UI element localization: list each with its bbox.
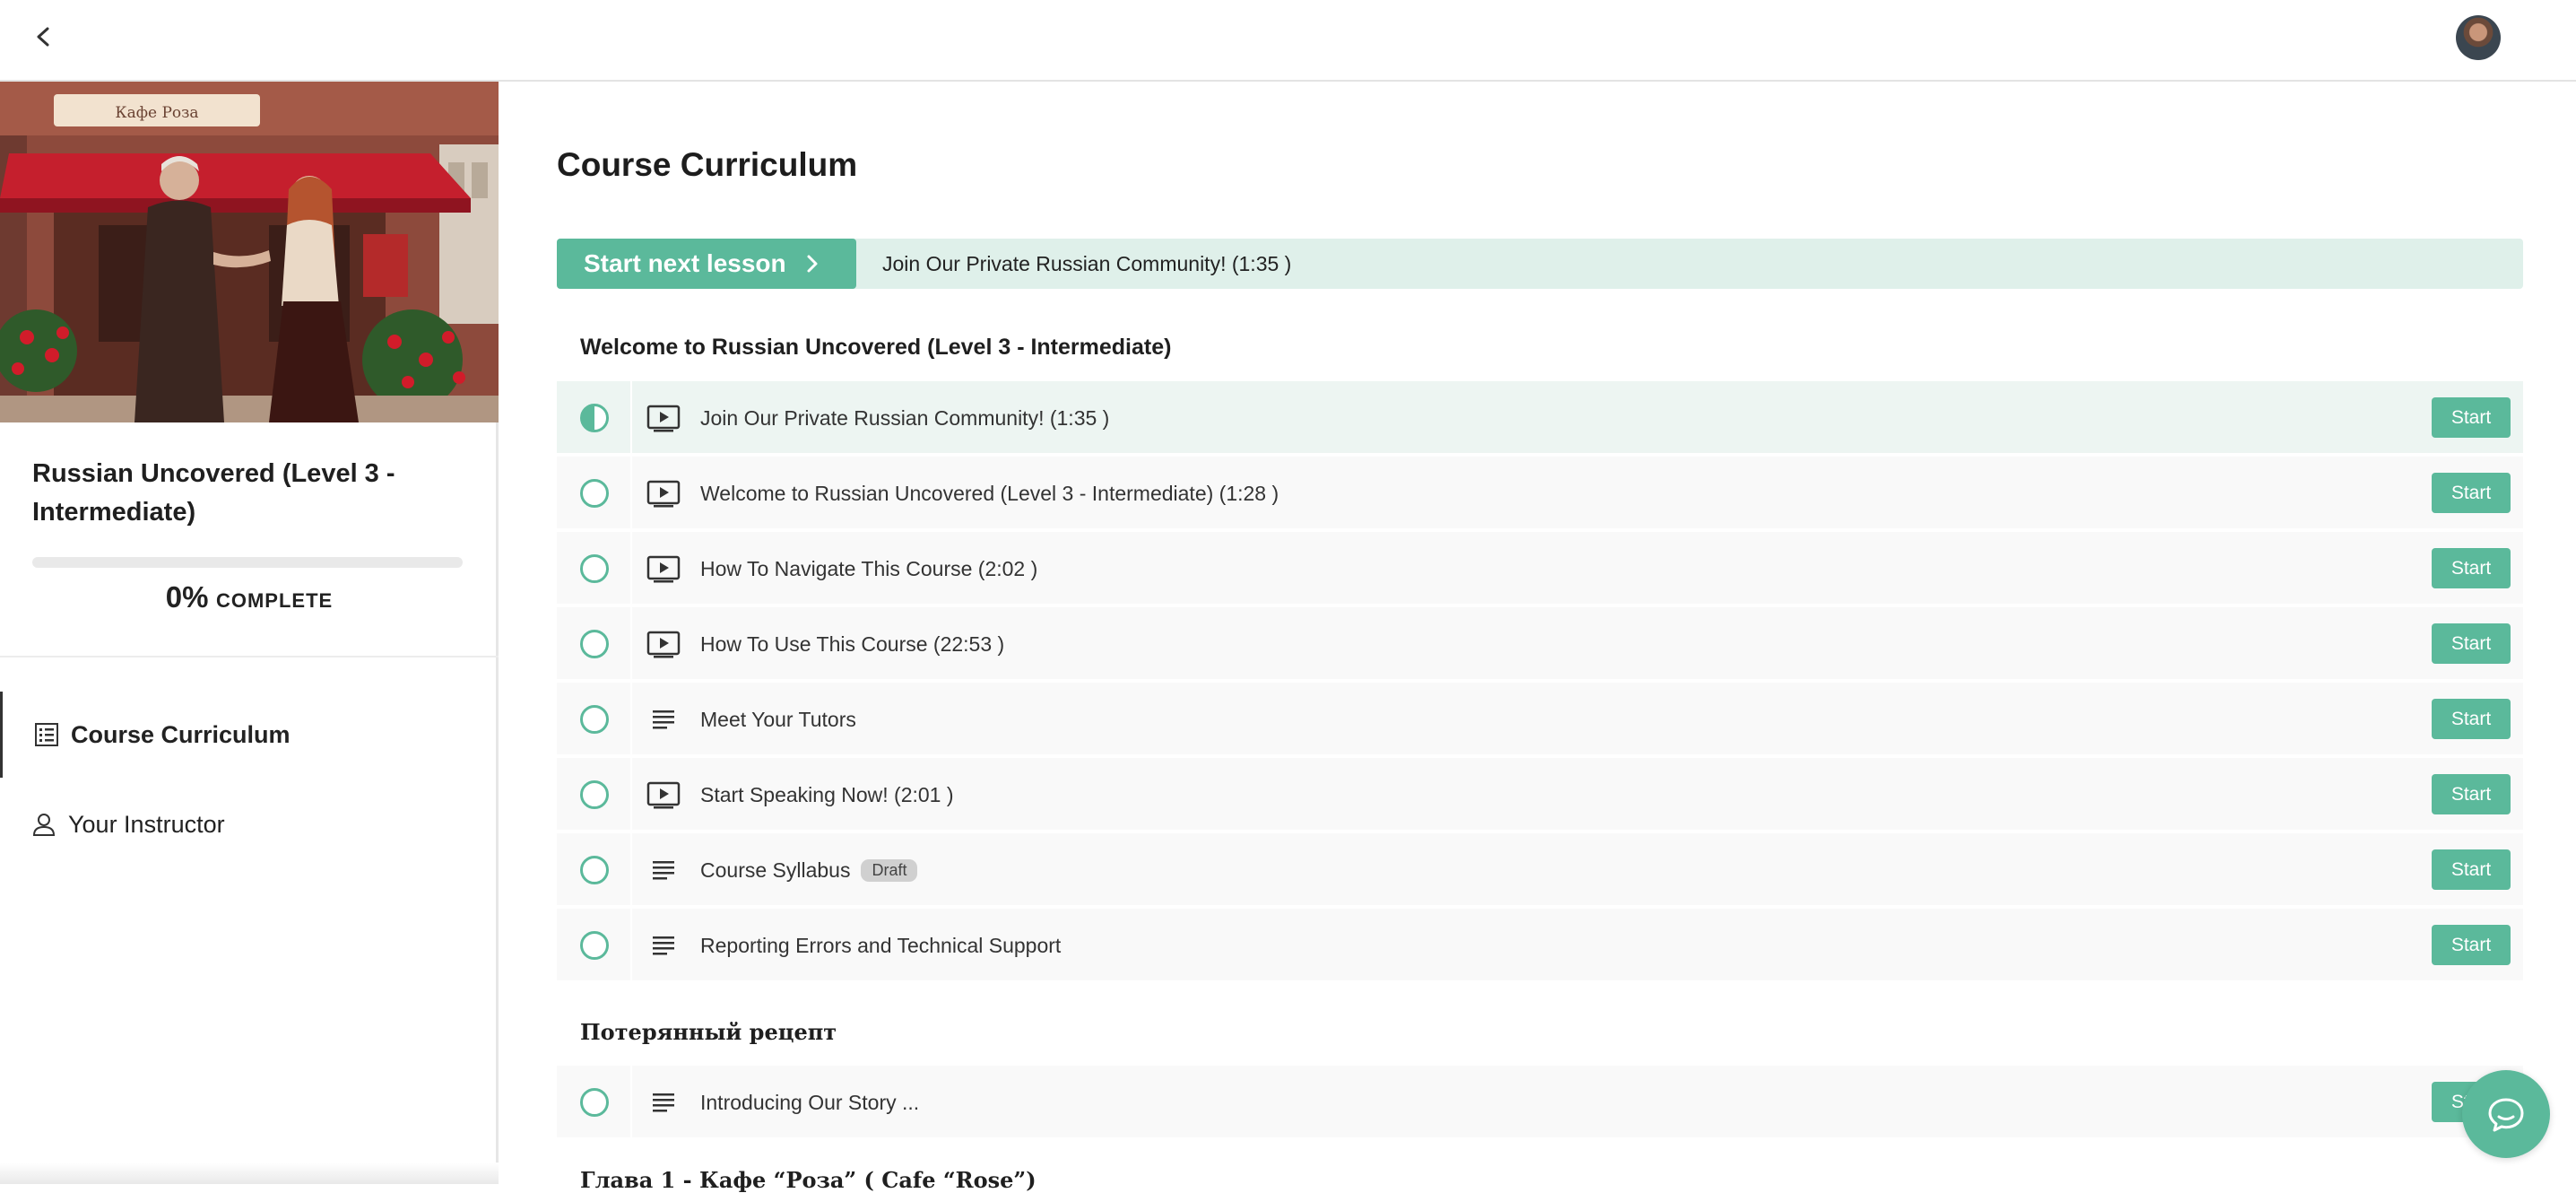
- chat-bubble-icon: [2488, 1098, 2524, 1132]
- start-button[interactable]: Start: [2432, 849, 2511, 890]
- lecture-title-wrap: Introducing Our Story ...: [700, 1066, 919, 1139]
- cafe-scene-illustration: Кафе Роза: [0, 82, 499, 422]
- lecture-title: Introducing Our Story ...: [700, 1090, 920, 1114]
- course-sidebar: Кафе Роза Russian Uncovered (Level 3 - I…: [0, 82, 499, 1184]
- lecture-status-circle-icon: [580, 554, 609, 583]
- lecture-title-wrap: Join Our Private Russian Community! (1:3…: [700, 381, 1109, 455]
- page-title: Course Curriculum: [557, 146, 858, 183]
- back-button[interactable]: [25, 18, 65, 57]
- video-icon: [646, 405, 681, 432]
- curriculum-list-icon: [35, 723, 58, 746]
- start-button[interactable]: Start: [2432, 699, 2511, 739]
- row-divider: [630, 758, 632, 832]
- lecture-title: Course Syllabus: [700, 858, 851, 882]
- video-icon: [646, 555, 681, 583]
- text-lines-icon: [653, 861, 674, 880]
- top-bar: [0, 0, 2576, 82]
- start-next-lesson-button[interactable]: Start next lesson: [557, 239, 856, 289]
- chevron-left-icon: [37, 27, 49, 47]
- chevron-right-icon: [807, 255, 818, 273]
- lecture-row[interactable]: Course Syllabus Draft Start: [557, 833, 2523, 907]
- video-icon: [646, 631, 681, 658]
- text-lines-icon: [653, 710, 674, 729]
- text-lines-icon: [653, 936, 674, 955]
- course-title: Russian Uncovered (Level 3 - Intermediat…: [32, 459, 395, 527]
- lecture-title-wrap: Reporting Errors and Technical Support: [700, 909, 1061, 982]
- lecture-status-circle-icon: [580, 931, 609, 960]
- lecture-title: Start Speaking Now! (2:01 ): [700, 782, 954, 806]
- progress-bar: [32, 557, 463, 568]
- lecture-title-wrap: Course Syllabus Draft: [700, 833, 918, 907]
- video-icon: [646, 480, 681, 508]
- row-divider: [630, 381, 632, 455]
- user-avatar[interactable]: [2456, 15, 2501, 60]
- lecture-status-circle-icon: [580, 780, 609, 809]
- lecture-row[interactable]: Introducing Our Story ...Start: [557, 1066, 2523, 1139]
- chat-button[interactable]: [2462, 1070, 2550, 1158]
- start-button[interactable]: Start: [2432, 473, 2511, 513]
- course-hero-image: Кафе Роза: [0, 82, 499, 422]
- lecture-title: How To Navigate This Course (2:02 ): [700, 556, 1038, 580]
- row-divider: [630, 683, 632, 756]
- curriculum-main: Course Curriculum Start next lesson Join…: [501, 82, 2576, 1193]
- lecture-row[interactable]: Welcome to Russian Uncovered (Level 3 - …: [557, 457, 2523, 530]
- sidebar-divider: [0, 656, 499, 657]
- lecture-title: Welcome to Russian Uncovered (Level 3 - …: [700, 481, 1279, 505]
- start-next-lesson-label: Start next lesson: [584, 249, 786, 277]
- start-button[interactable]: Start: [2432, 548, 2511, 588]
- lecture-title: How To Use This Course (22:53 ): [700, 631, 1005, 656]
- lecture-row[interactable]: Join Our Private Russian Community! (1:3…: [557, 381, 2523, 455]
- section-title: Глава 1 - Кафе “Роза” ( Cafe “Rose”): [580, 1167, 1036, 1193]
- row-divider: [630, 457, 632, 530]
- start-button[interactable]: Start: [2432, 774, 2511, 814]
- start-button[interactable]: Start: [2432, 623, 2511, 664]
- lecture-title-wrap: Meet Your Tutors: [700, 683, 856, 756]
- lecture-row[interactable]: How To Use This Course (22:53 ) Start: [557, 607, 2523, 681]
- lecture-row[interactable]: How To Navigate This Course (2:02 ) Start: [557, 532, 2523, 605]
- draft-badge: Draft: [861, 858, 918, 882]
- lecture-status-circle-icon: [580, 705, 609, 734]
- progress-complete-text: COMPLETE: [215, 589, 334, 612]
- progress-percent: 0%: [165, 580, 209, 614]
- hero-sign-text: Кафе Роза: [115, 104, 198, 122]
- lecture-title: Reporting Errors and Technical Support: [700, 933, 1062, 957]
- row-divider: [630, 833, 632, 907]
- lecture-title-wrap: Welcome to Russian Uncovered (Level 3 - …: [700, 457, 1279, 530]
- row-divider: [630, 909, 632, 982]
- lecture-title-wrap: Start Speaking Now! (2:01 ): [700, 758, 954, 832]
- sidebar-item-course-curriculum[interactable]: Course Curriculum: [0, 692, 499, 778]
- text-lines-icon: [653, 1093, 674, 1112]
- progress-label: 0% COMPLETE: [0, 580, 499, 614]
- video-icon: [646, 781, 681, 809]
- lecture-title: Join Our Private Russian Community! (1:3…: [700, 405, 1110, 430]
- row-divider: [630, 532, 632, 605]
- start-button[interactable]: Start: [2432, 925, 2511, 965]
- lecture-row[interactable]: Start Speaking Now! (2:01 ) Start: [557, 758, 2523, 832]
- lecture-title: Meet Your Tutors: [700, 707, 856, 731]
- next-lesson-bar: Start next lesson Join Our Private Russi…: [557, 239, 2523, 289]
- lecture-status-circle-icon: [580, 630, 609, 658]
- lecture-status-circle-icon: [580, 404, 609, 432]
- sidebar-item-label: Your Instructor: [68, 810, 225, 838]
- lecture-row[interactable]: Reporting Errors and Technical Support St…: [557, 909, 2523, 982]
- section-title: Потерянный рецепт: [580, 1019, 837, 1045]
- start-button[interactable]: Start: [2432, 397, 2511, 438]
- lecture-title-wrap: How To Navigate This Course (2:02 ): [700, 532, 1037, 605]
- row-divider: [630, 607, 632, 681]
- sidebar-item-your-instructor[interactable]: Your Instructor: [0, 781, 499, 867]
- lecture-title-wrap: How To Use This Course (22:53 ): [700, 607, 1004, 681]
- next-lesson-title[interactable]: Join Our Private Russian Community! (1:3…: [882, 239, 1291, 289]
- section-title: Welcome to Russian Uncovered (Level 3 - …: [580, 335, 1172, 360]
- sidebar-item-label: Course Curriculum: [71, 720, 291, 748]
- lecture-status-circle-icon: [580, 1088, 609, 1117]
- lecture-row[interactable]: Meet Your Tutors Start: [557, 683, 2523, 756]
- person-icon: [32, 814, 56, 836]
- sidebar-bottom-shadow: [0, 1163, 499, 1184]
- lecture-status-circle-icon: [580, 856, 609, 884]
- row-divider: [630, 1066, 632, 1139]
- lecture-status-circle-icon: [580, 479, 609, 508]
